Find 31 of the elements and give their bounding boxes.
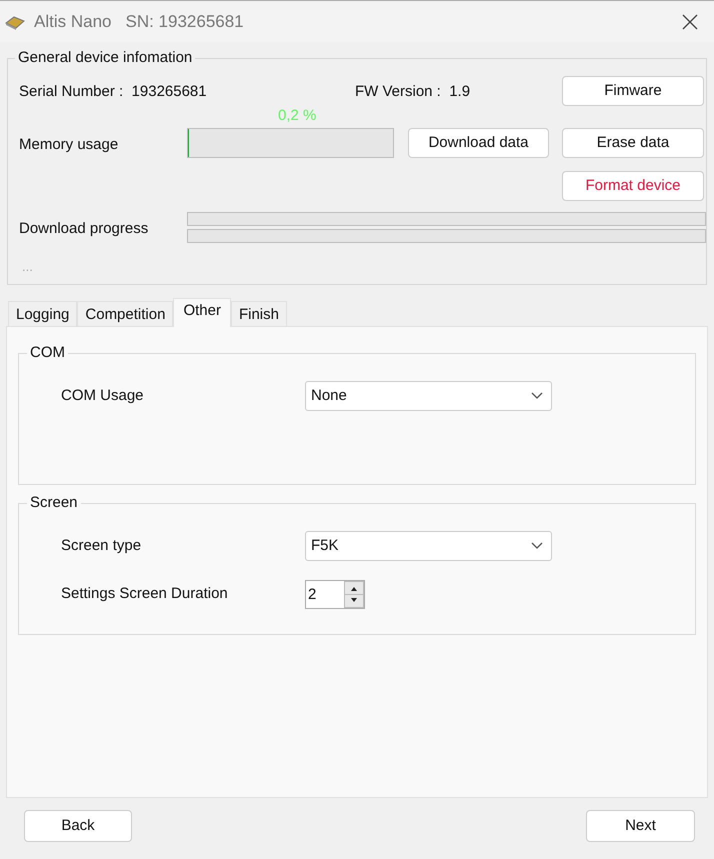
- memory-label: Memory usage: [19, 135, 118, 155]
- dropdown-value: None: [311, 386, 348, 406]
- tab[interactable]: Other: [173, 298, 231, 327]
- app-icon: [4, 14, 26, 30]
- field-label: Settings Screen Duration: [61, 584, 229, 604]
- window-title: Altis Nano: [34, 10, 112, 33]
- chevron-down-icon: [531, 542, 543, 550]
- dropdown[interactable]: F5K: [305, 531, 552, 561]
- download-data-button[interactable]: Download data: [408, 128, 549, 158]
- erase-data-button[interactable]: Erase data: [562, 128, 704, 158]
- tab[interactable]: Finish: [230, 301, 287, 326]
- format-device-button[interactable]: Format device: [562, 171, 704, 201]
- firmware-button[interactable]: Fimware: [562, 76, 704, 106]
- chevron-down-icon: [531, 392, 543, 400]
- spin-arrows-icon[interactable]: [344, 580, 364, 608]
- fw-version: FW Version : 1.9: [355, 83, 470, 100]
- field-label: Screen type: [61, 536, 142, 556]
- back-button[interactable]: Back: [24, 810, 132, 842]
- status-text: ...: [22, 258, 33, 276]
- download-label: Download progress: [19, 219, 148, 239]
- tab[interactable]: Competition: [77, 301, 174, 326]
- window-serial: SN: 193265681: [125, 10, 244, 33]
- close-icon[interactable]: [682, 14, 698, 30]
- number-spinner[interactable]: 2: [305, 580, 365, 608]
- serial-number: Serial Number : 193265681: [19, 83, 207, 100]
- next-button[interactable]: Next: [586, 810, 695, 842]
- field-label: COM Usage: [61, 386, 145, 406]
- tab[interactable]: Logging: [8, 301, 78, 326]
- memory-percent: 0,2 %: [278, 106, 316, 126]
- dropdown-value: F5K: [311, 536, 340, 556]
- dropdown[interactable]: None: [305, 381, 552, 411]
